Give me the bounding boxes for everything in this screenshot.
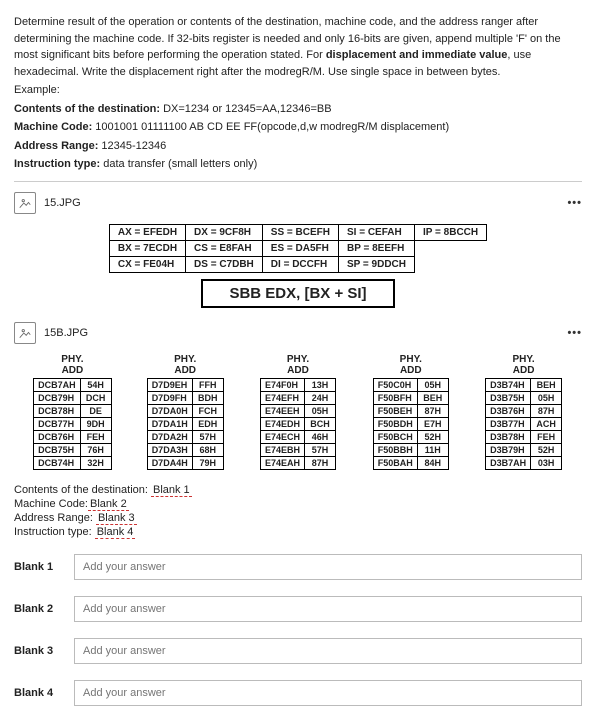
divider <box>14 181 582 182</box>
mem-table-2: D7D9EHFFH D7D9FHBDH D7DA0HFCH D7DA1HEDH … <box>147 378 224 470</box>
blank-2-input[interactable] <box>74 596 582 622</box>
blank-4-label: Blank 4 <box>14 687 62 699</box>
instruction-box: SBB EDX, [BX + SI] <box>201 279 394 308</box>
blank-1-label: Blank 1 <box>14 561 62 573</box>
blank-3-input[interactable] <box>74 638 582 664</box>
attachment-filename[interactable]: 15.JPG <box>44 197 81 209</box>
register-table: AX = EFEDHDX = 9CF8HSS = BCEFHSI = CEFAH… <box>109 224 487 273</box>
attachment-menu-icon[interactable]: ••• <box>567 327 582 339</box>
image-icon <box>14 192 36 214</box>
blank-4-input[interactable] <box>74 680 582 706</box>
attachment-menu-icon[interactable]: ••• <box>567 197 582 209</box>
attachment-row-15: 15.JPG ••• <box>14 192 582 214</box>
image-icon <box>14 322 36 344</box>
blank-2-label: Blank 2 <box>14 603 62 615</box>
mem-table-1: DCB7AH54H DCB79HDCH DCB78HDE DCB77H9DH D… <box>33 378 112 470</box>
mem-table-5: D3B74HBEH D3B75H05H D3B76H87H D3B77HACH … <box>485 378 562 470</box>
blank-1-input[interactable] <box>74 554 582 580</box>
memory-tables: PHY.ADD DCB7AH54H DCB79HDCH DCB78HDE DCB… <box>14 354 582 474</box>
attachment-row-15b: 15B.JPG ••• <box>14 322 582 344</box>
mem-table-3: E74F0H13H E74EFH24H E74EEH05H E74EDHBCH … <box>260 378 336 470</box>
attachment-filename[interactable]: 15B.JPG <box>44 327 88 339</box>
answer-key-lines: Contents of the destination: Blank 1 Mac… <box>14 484 582 538</box>
mem-table-4: F50C0H05H F50BFHBEH F50BEH87H F50BDHE7H … <box>373 378 449 470</box>
blank-3-label: Blank 3 <box>14 645 62 657</box>
instructions-text: Determine result of the operation or con… <box>14 14 582 173</box>
